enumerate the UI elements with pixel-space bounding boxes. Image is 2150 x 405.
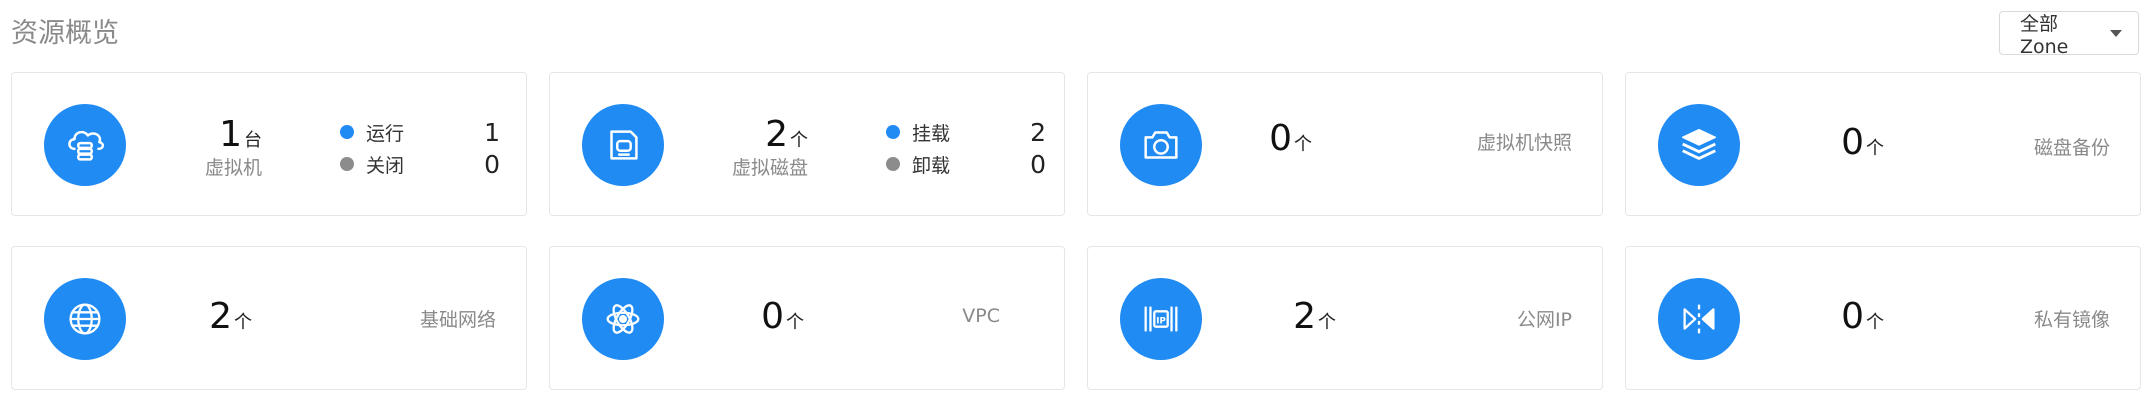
ip-icon-text: IP	[1156, 316, 1166, 326]
card-public-ip[interactable]: IP 2个 公网IP	[1087, 246, 1603, 390]
mirror-icon	[1658, 278, 1740, 360]
page-title: 资源概览	[11, 18, 119, 49]
stopped-dot-icon	[340, 157, 354, 171]
card-image[interactable]: 0个 私有镜像	[1625, 246, 2141, 390]
cloud-server-icon	[44, 104, 126, 186]
disk-status-unmounted: 卸载 0	[886, 148, 1046, 180]
vpc-count-unit: 个	[786, 312, 804, 333]
disk-status-list: 挂载 2 卸载 0	[886, 116, 1046, 180]
vm-status-list: 运行 1 关闭 0	[340, 116, 500, 180]
mounted-dot-icon	[886, 125, 900, 139]
snapshot-label: 虚拟机快照	[1476, 132, 1572, 154]
backup-count-block: 0个	[1841, 123, 1884, 163]
card-network[interactable]: 2个 基础网络	[11, 246, 527, 390]
vpc-count: 0	[761, 296, 784, 337]
backup-count: 0	[1841, 122, 1864, 163]
snapshot-count-unit: 个	[1294, 134, 1312, 155]
backup-label: 磁盘备份	[2033, 137, 2110, 159]
vm-count-block: 1台 虚拟机	[205, 115, 262, 181]
status-label: 挂载	[912, 122, 951, 145]
card-snapshot[interactable]: 0个 虚拟机快照	[1087, 72, 1603, 216]
vm-status-running: 运行 1	[340, 116, 500, 148]
unmounted-dot-icon	[886, 157, 900, 171]
disk-status-mounted: 挂载 2	[886, 116, 1046, 148]
public-ip-count-block: 2个	[1293, 297, 1336, 337]
status-value: 2	[1030, 117, 1046, 147]
zone-select[interactable]: 全部Zone	[1999, 11, 2139, 58]
snapshot-count: 0	[1269, 118, 1292, 159]
layers-icon	[1658, 104, 1740, 186]
zone-select-value: 全部Zone	[2020, 12, 2069, 58]
image-count: 0	[1841, 296, 1864, 337]
status-label: 卸载	[912, 154, 951, 177]
card-backup[interactable]: 0个 磁盘备份	[1625, 72, 2141, 216]
network-count-unit: 个	[234, 312, 252, 333]
ip-icon: IP	[1120, 278, 1202, 360]
caret-down-icon	[2110, 29, 2122, 37]
disk-icon	[582, 104, 664, 186]
status-label: 运行	[366, 122, 405, 145]
public-ip-count: 2	[1293, 296, 1316, 337]
globe-icon	[44, 278, 126, 360]
status-value: 0	[484, 149, 500, 179]
public-ip-label: 公网IP	[1516, 309, 1572, 331]
network-label: 基础网络	[419, 309, 496, 331]
camera-icon	[1120, 104, 1202, 186]
public-ip-count-unit: 个	[1318, 312, 1336, 333]
status-value: 1	[484, 117, 500, 147]
card-disk[interactable]: 2个 虚拟磁盘 挂载 2 卸载 0	[549, 72, 1065, 216]
status-value: 0	[1030, 149, 1046, 179]
disk-label: 虚拟磁盘	[731, 157, 808, 179]
image-count-block: 0个	[1841, 297, 1884, 337]
card-vpc[interactable]: 0个 VPC	[549, 246, 1065, 390]
disk-count: 2	[765, 114, 788, 155]
vpc-count-block: 0个	[761, 297, 804, 337]
network-count: 2	[209, 296, 232, 337]
backup-count-unit: 个	[1866, 138, 1884, 159]
network-count-block: 2个	[209, 297, 252, 337]
disk-count-block: 2个 虚拟磁盘	[732, 115, 808, 181]
image-label: 私有镜像	[2033, 309, 2110, 331]
vm-count-unit: 台	[244, 130, 262, 151]
atom-icon	[582, 278, 664, 360]
vm-count: 1	[219, 114, 242, 155]
vm-status-stopped: 关闭 0	[340, 148, 500, 180]
snapshot-count-block: 0个	[1269, 119, 1312, 159]
running-dot-icon	[340, 125, 354, 139]
disk-count-unit: 个	[790, 130, 808, 151]
vm-label: 虚拟机	[204, 157, 262, 179]
card-vm[interactable]: 1台 虚拟机 运行 1 关闭 0	[11, 72, 527, 216]
status-label: 关闭	[366, 154, 405, 177]
vpc-label: VPC	[962, 305, 1000, 327]
image-count-unit: 个	[1866, 312, 1884, 333]
